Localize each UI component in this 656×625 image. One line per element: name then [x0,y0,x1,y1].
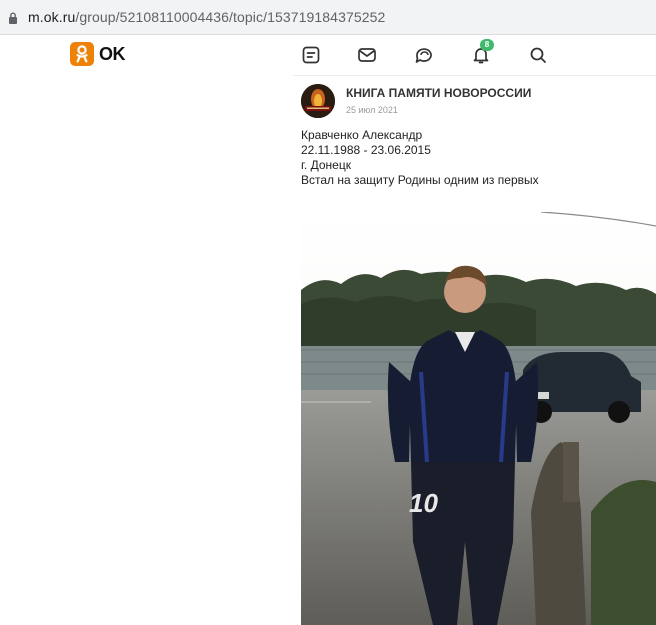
post-photo[interactable]: 10 [301,212,656,625]
address-bar[interactable]: m.ok.ru/group/52108110004436/topic/15371… [0,0,656,34]
jersey-number: 10 [409,488,438,518]
post-text: Кравченко Александр 22.11.1988 - 23.06.2… [301,128,656,188]
post-line-description: Встал на защиту Родины одним из первых [301,173,539,187]
address-bar-divider [0,34,656,35]
ok-logo-icon [70,42,94,66]
post-date: 25 июл 2021 [346,105,398,115]
url-text[interactable]: m.ok.ru/group/52108110004436/topic/15371… [28,9,385,25]
discussions-icon[interactable] [413,44,435,66]
messages-icon[interactable] [356,44,378,66]
header-divider [293,75,656,76]
top-navigation: 8 [300,39,656,68]
feed-icon[interactable] [300,44,322,66]
group-avatar[interactable] [301,84,335,118]
lock-icon [8,11,18,24]
notification-count-badge: 8 [480,39,494,51]
ok-logo-text: OK [99,43,126,64]
post-line-city: г. Донецк [301,158,351,172]
url-host: m.ok.ru [28,9,76,25]
search-icon[interactable] [527,44,549,66]
group-name[interactable]: КНИГА ПАМЯТИ НОВОРОССИИ [346,86,531,100]
ok-logo[interactable]: OK [70,42,126,66]
post-line-dates: 22.11.1988 - 23.06.2015 [301,143,431,157]
notifications-icon[interactable]: 8 [470,39,494,66]
post-line-name: Кравченко Александр [301,128,423,142]
url-path: /group/52108110004436/topic/153719184375… [75,9,386,25]
